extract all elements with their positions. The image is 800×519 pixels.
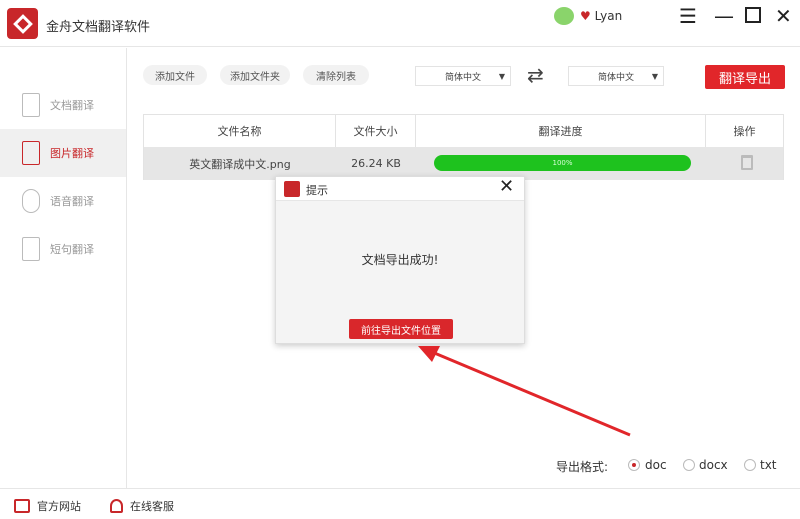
official-website-label: 官方网站 — [37, 500, 81, 513]
footer: 官方网站 在线客服 — [0, 488, 800, 519]
annotation-arrow — [418, 346, 631, 437]
format-option-label: txt — [760, 458, 777, 472]
format-radio-doc[interactable] — [628, 459, 640, 471]
export-format-label: 导出格式: — [556, 460, 609, 474]
official-website-link[interactable]: 官方网站 — [14, 498, 81, 514]
monitor-icon — [14, 499, 30, 513]
online-support-link[interactable]: 在线客服 — [110, 498, 174, 514]
online-support-label: 在线客服 — [130, 500, 174, 513]
format-radio-docx[interactable] — [683, 459, 695, 471]
format-option-label: docx — [699, 458, 728, 472]
person-icon — [110, 499, 123, 513]
format-radio-txt[interactable] — [744, 459, 756, 471]
format-option-label: doc — [645, 458, 667, 472]
